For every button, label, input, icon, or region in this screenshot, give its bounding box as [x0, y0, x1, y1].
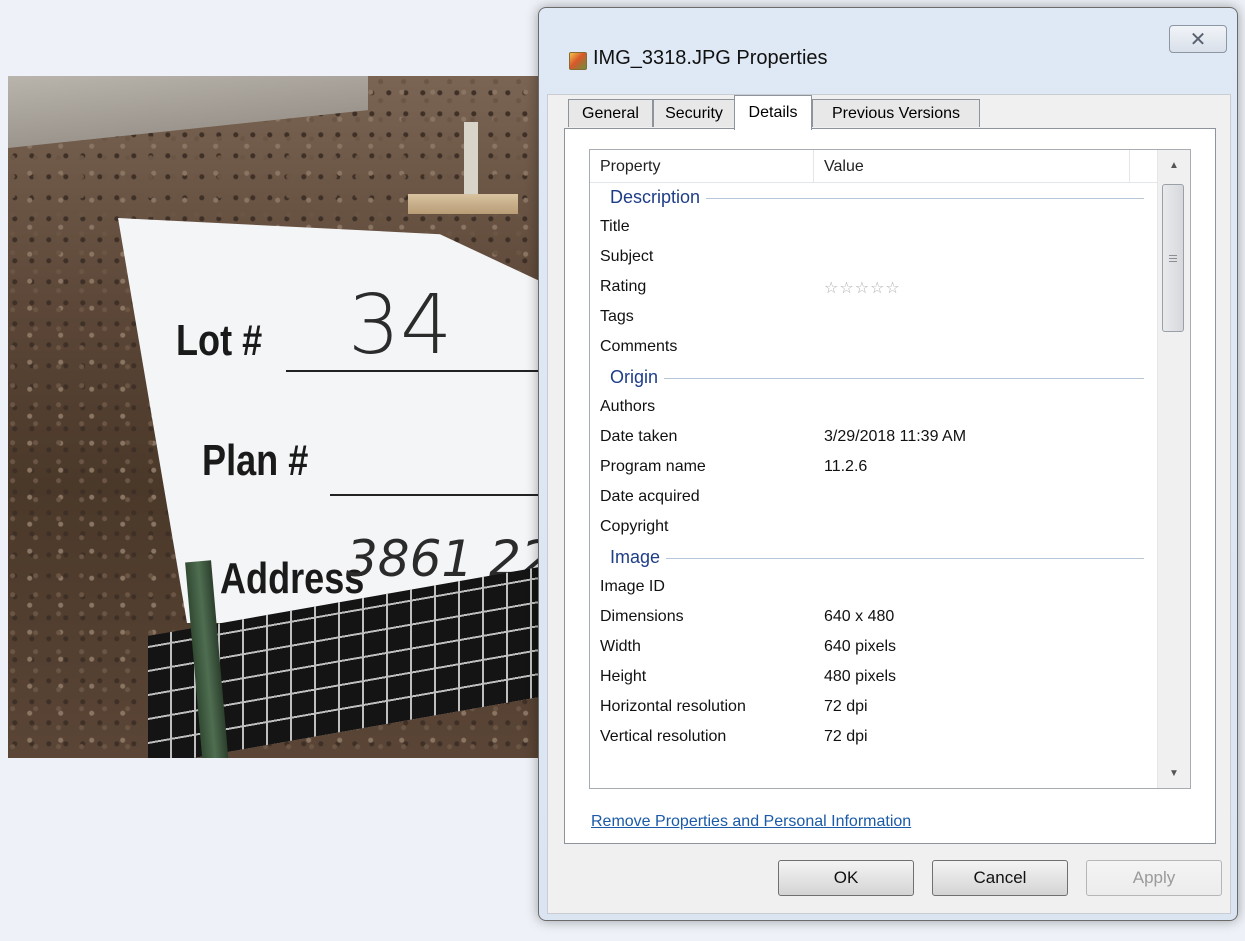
sign-plan-label: Plan # — [202, 436, 309, 485]
background-photo: Lot # 34 Plan # Address 3861 22 — [8, 76, 553, 758]
close-icon: ✕ — [1189, 28, 1207, 51]
apply-button[interactable]: Apply — [1086, 860, 1222, 896]
property-name: Height — [600, 668, 647, 685]
property-name: Horizontal resolution — [600, 698, 746, 715]
property-name: Width — [600, 638, 641, 655]
list-item[interactable]: Program name 11.2.6 — [590, 452, 1158, 482]
property-name: Image ID — [600, 578, 665, 595]
property-name: Program name — [600, 458, 706, 475]
sign-lot-handwriting: 34 — [348, 278, 453, 373]
list-item[interactable]: Title — [590, 212, 1158, 242]
photo-concrete-wall — [8, 76, 368, 148]
remove-properties-link[interactable]: Remove Properties and Personal Informati… — [591, 813, 911, 831]
property-name: Subject — [600, 248, 654, 265]
grip-icon — [1169, 254, 1177, 262]
property-value: 72 dpi — [824, 728, 868, 745]
sign-lot-label: Lot # — [176, 316, 263, 365]
list-item[interactable]: Rating ☆☆☆☆☆ — [590, 272, 1158, 302]
tab-previous-versions[interactable]: Previous Versions — [812, 99, 980, 127]
list-item[interactable]: Authors — [590, 392, 1158, 422]
property-name: Date taken — [600, 428, 678, 445]
group-image: Image — [590, 542, 1158, 572]
tab-general-label: General — [582, 104, 639, 122]
property-value: 640 pixels — [824, 638, 897, 655]
group-label: Description — [610, 186, 701, 207]
dialog-content: General Security Details Previous Versio… — [547, 94, 1231, 914]
vertical-scrollbar[interactable]: ▲ ▼ — [1157, 150, 1190, 788]
property-name: Comments — [600, 338, 678, 355]
tab-security[interactable]: Security — [653, 99, 735, 127]
list-item[interactable]: Image ID — [590, 572, 1158, 602]
dialog-title: IMG_3318.JPG Properties — [593, 47, 828, 69]
property-name: Date acquired — [600, 488, 700, 505]
list-item[interactable]: Comments — [590, 332, 1158, 362]
sign-plan-line — [330, 494, 553, 496]
property-name: Title — [600, 218, 630, 235]
cancel-button[interactable]: Cancel — [932, 860, 1068, 896]
photo-pole — [464, 122, 478, 202]
list-item[interactable]: Height 480 pixels — [590, 662, 1158, 692]
list-item[interactable]: Date taken 3/29/2018 11:39 AM — [590, 422, 1158, 452]
list-item[interactable]: Tags — [590, 302, 1158, 332]
list-header: Property Value — [590, 150, 1158, 183]
list-item[interactable]: Vertical resolution 72 dpi — [590, 722, 1158, 752]
scrollbar-thumb[interactable] — [1162, 184, 1184, 332]
image-file-icon — [569, 52, 587, 70]
property-name: Tags — [600, 308, 634, 325]
rating-stars-icon[interactable]: ☆☆☆☆☆ — [824, 278, 901, 297]
property-rows: Description Title Subject Rating ☆☆☆☆☆ Ta… — [590, 182, 1158, 752]
group-divider — [664, 378, 1144, 379]
property-value: 3/29/2018 11:39 AM — [824, 428, 967, 445]
close-button[interactable]: ✕ — [1169, 25, 1227, 53]
tab-details[interactable]: Details — [734, 95, 812, 130]
list-item[interactable]: Dimensions 640 x 480 — [590, 602, 1158, 632]
properties-dialog: IMG_3318.JPG Properties ✕ General Securi… — [538, 7, 1238, 921]
column-header-property[interactable]: Property — [590, 150, 814, 182]
property-name: Dimensions — [600, 608, 684, 625]
property-name: Copyright — [600, 518, 669, 535]
group-description: Description — [590, 182, 1158, 212]
property-value: 640 x 480 — [824, 608, 895, 625]
title-bar[interactable]: IMG_3318.JPG Properties ✕ — [539, 8, 1237, 80]
group-origin: Origin — [590, 362, 1158, 392]
tab-general[interactable]: General — [568, 99, 653, 127]
tab-previous-versions-label: Previous Versions — [831, 104, 961, 122]
scroll-down-arrow-icon[interactable]: ▼ — [1158, 758, 1190, 788]
details-panel: Property Value Description Title Subject… — [564, 128, 1216, 844]
group-divider — [706, 198, 1144, 199]
group-label: Image — [610, 546, 661, 567]
scroll-up-arrow-icon[interactable]: ▲ — [1158, 150, 1190, 180]
list-item[interactable]: Horizontal resolution 72 dpi — [590, 692, 1158, 722]
column-header-value[interactable]: Value — [814, 150, 1130, 182]
tab-security-label: Security — [665, 104, 723, 122]
property-list[interactable]: Property Value Description Title Subject… — [589, 149, 1191, 789]
tab-details-label: Details — [748, 104, 798, 121]
property-value: 11.2.6 — [824, 458, 868, 475]
photo-sign: Lot # 34 Plan # Address 3861 22 — [118, 218, 553, 623]
property-name: Authors — [600, 398, 656, 415]
sign-address-label: Address — [220, 554, 365, 603]
group-divider — [666, 558, 1144, 559]
list-item[interactable]: Width 640 pixels — [590, 632, 1158, 662]
property-value: 480 pixels — [824, 668, 897, 685]
photo-plank — [408, 194, 518, 214]
list-item[interactable]: Date acquired — [590, 482, 1158, 512]
property-name: Vertical resolution — [600, 728, 727, 745]
list-item[interactable]: Subject — [590, 242, 1158, 272]
group-label: Origin — [610, 366, 659, 387]
ok-button[interactable]: OK — [778, 860, 914, 896]
property-name: Rating — [600, 278, 647, 295]
list-item[interactable]: Copyright — [590, 512, 1158, 542]
property-value: 72 dpi — [824, 698, 868, 715]
